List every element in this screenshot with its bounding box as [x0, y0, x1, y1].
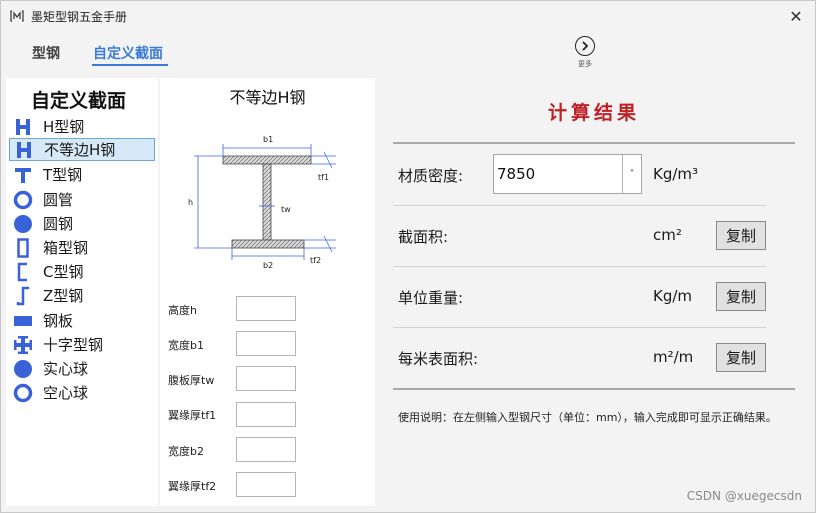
- menu-item-solid-sphere[interactable]: 实心球: [9, 357, 155, 380]
- density-combobox[interactable]: 7850 ˅: [493, 154, 642, 194]
- c-channel-icon: [12, 262, 34, 282]
- chevron-right-icon: [575, 36, 595, 56]
- menu-label: Z型钢: [43, 287, 84, 305]
- menu-item-z-section[interactable]: Z型钢: [9, 284, 155, 307]
- dim-tw-label: tw: [281, 205, 291, 214]
- menu-item-c-channel[interactable]: C型钢: [9, 260, 155, 283]
- window-title: 墨矩型钢五金手册: [31, 10, 128, 24]
- menu-label: 圆钢: [43, 215, 74, 233]
- width-b1-input[interactable]: [236, 331, 296, 356]
- watermark: CSDN @xuegecsdn: [686, 489, 802, 503]
- height-label: 高度h: [168, 304, 197, 317]
- menu-label: T型钢: [43, 166, 83, 184]
- close-icon: ✕: [789, 6, 803, 26]
- solid-sphere-icon: [12, 359, 34, 379]
- section-title: 不等边H钢: [229, 88, 306, 107]
- menu-label: H型钢: [43, 118, 85, 136]
- surface-area-label: 每米表面积:: [398, 350, 479, 368]
- copy-weight-button[interactable]: 复制: [716, 282, 766, 311]
- unequal-h-beam-diagram: b1 b2 h tw tf1 tf2: [188, 135, 336, 270]
- usage-note: 使用说明：在左侧输入型钢尺寸（单位：mm），输入完成即可显示正确结果。: [398, 411, 777, 424]
- unit-weight-unit: Kg/m: [653, 287, 693, 305]
- menu-item-round-tube[interactable]: 圆管: [9, 188, 155, 211]
- result-title: 计算结果: [547, 102, 640, 124]
- h-beam-icon: [12, 117, 34, 137]
- menu-label: C型钢: [43, 263, 84, 281]
- divider: [393, 142, 795, 144]
- t-beam-icon: [12, 165, 34, 185]
- menu-label: 圆管: [43, 191, 74, 209]
- flange-thickness-tf1-input[interactable]: [236, 402, 296, 427]
- cross-section-icon: [12, 335, 34, 355]
- menu-label: 不等边H钢: [44, 141, 116, 159]
- menu-item-t-beam[interactable]: T型钢: [9, 163, 155, 186]
- round-tube-icon: [12, 190, 34, 210]
- dim-tf2-label: tf2: [310, 256, 321, 265]
- flange-thickness-tf2-label: 翼缘厚tf2: [168, 480, 217, 493]
- menu-item-hollow-sphere[interactable]: 空心球: [9, 381, 155, 404]
- menu-item-steel-plate[interactable]: 钢板: [9, 309, 155, 332]
- flange-thickness-tf1-label: 翼缘厚tf1: [168, 409, 217, 422]
- area-unit: cm²: [653, 226, 682, 244]
- divider: [393, 327, 766, 328]
- section-type-panel: 自定义截面 H型钢 不等边H钢 T型钢 圆管 圆钢 箱型钢 C型钢 Z型钢 钢板…: [6, 78, 158, 506]
- title-bar: 墨矩型钢五金手册 ✕: [1, 1, 815, 31]
- menu-label: 钢板: [43, 312, 74, 330]
- tab-custom-section[interactable]: 自定义截面: [93, 43, 163, 63]
- copy-area-button[interactable]: 复制: [716, 221, 766, 250]
- dim-b2-label: b2: [263, 261, 273, 270]
- area-label: 截面积:: [398, 228, 449, 246]
- app-logo-icon: [10, 10, 24, 22]
- menu-item-round-bar[interactable]: 圆钢: [9, 212, 155, 235]
- density-value[interactable]: 7850: [494, 155, 622, 193]
- steel-plate-icon: [12, 311, 34, 331]
- surface-area-unit: m²/m: [653, 348, 694, 366]
- more-label: 更多: [578, 60, 592, 68]
- menu-item-h-beam[interactable]: H型钢: [9, 115, 155, 138]
- divider: [393, 205, 766, 206]
- result-panel: 计算结果 材质密度: 7850 ˅ Kg/m³ 截面积: cm² 复制 单位重量…: [379, 78, 809, 506]
- close-button[interactable]: ✕: [783, 4, 809, 28]
- active-tab-indicator: [92, 64, 168, 66]
- app-window: 墨矩型钢五金手册 ✕ 型钢 自定义截面 更多 自定义截面 H型钢 不等边H钢 T…: [0, 0, 816, 513]
- menu-label: 空心球: [43, 384, 89, 402]
- divider: [393, 266, 766, 267]
- menu-label: 实心球: [43, 360, 89, 378]
- dim-h-label: h: [188, 198, 193, 207]
- web-thickness-label: 腹板厚tw: [168, 374, 215, 387]
- width-b1-label: 宽度b1: [168, 339, 204, 352]
- z-section-icon: [12, 286, 34, 306]
- chevron-down-icon[interactable]: ˅: [622, 155, 641, 193]
- web-thickness-input[interactable]: [236, 366, 296, 391]
- height-input[interactable]: [236, 296, 296, 321]
- density-label: 材质密度:: [398, 167, 464, 185]
- dim-b1-label: b1: [263, 135, 273, 144]
- section-panel-title: 自定义截面: [31, 90, 127, 112]
- density-unit: Kg/m³: [653, 165, 699, 183]
- more-button[interactable]: 更多: [573, 36, 597, 69]
- width-b2-input[interactable]: [236, 437, 296, 462]
- dim-tf1-label: tf1: [318, 173, 329, 182]
- width-b2-label: 宽度b2: [168, 445, 204, 458]
- menu-item-box-section[interactable]: 箱型钢: [9, 236, 155, 259]
- unequal-h-beam-icon: [13, 140, 35, 160]
- box-section-icon: [12, 237, 34, 258]
- round-bar-icon: [12, 214, 34, 234]
- menu-label: 箱型钢: [43, 239, 89, 257]
- tab-bar: 型钢 自定义截面 更多: [1, 33, 815, 69]
- hollow-sphere-icon: [12, 383, 34, 403]
- menu-item-unequal-h-beam[interactable]: 不等边H钢: [9, 138, 155, 161]
- input-panel: 不等边H钢 b1 b2 h tw tf1 tf2 高度h 宽度b1 腹板厚tw …: [160, 78, 375, 506]
- menu-item-cross-section[interactable]: 十字型钢: [9, 333, 155, 356]
- flange-thickness-tf2-input[interactable]: [236, 472, 296, 497]
- tab-section-steel[interactable]: 型钢: [32, 43, 60, 63]
- divider: [393, 388, 795, 390]
- menu-label: 十字型钢: [43, 336, 104, 354]
- unit-weight-label: 单位重量:: [398, 289, 464, 307]
- copy-surface-area-button[interactable]: 复制: [716, 343, 766, 372]
